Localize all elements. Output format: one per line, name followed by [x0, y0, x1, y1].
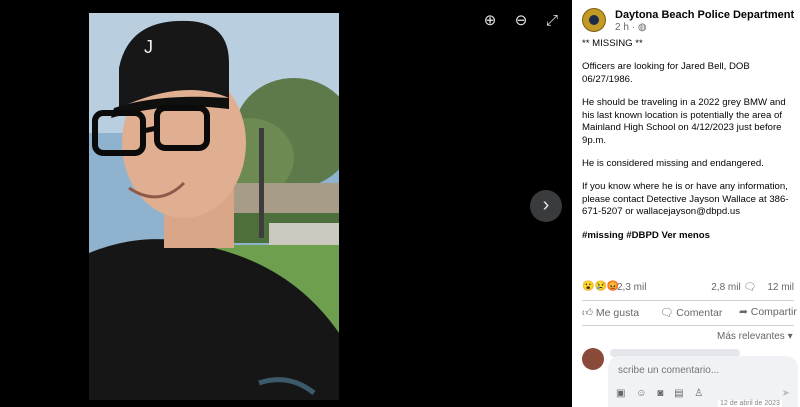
page-avatar[interactable] — [582, 8, 606, 32]
post-paragraph: He should be traveling in a 2022 grey BM… — [582, 96, 786, 146]
share-label: Compartir — [750, 306, 797, 318]
see-less-link[interactable]: Ver menos — [661, 230, 710, 241]
engagement-counts: 2,8 mil 🗨 12 mil — [711, 282, 794, 293]
photo-viewer: J ⊕ ⊖ ⤢ › — [0, 0, 572, 407]
post-paragraph: ** MISSING ** — [582, 38, 643, 49]
zoom-out-icon[interactable]: ⊖ — [510, 10, 532, 32]
post-paragraph: He is considered missing and endangered. — [582, 157, 764, 169]
composer-icons: ▣ ☺ ◙ ▤ ♙ — [616, 388, 711, 399]
post-time[interactable]: 2 h — [615, 22, 629, 33]
comment-sort-dropdown[interactable]: Más relevantes ▾ — [717, 331, 793, 342]
sort-label: Más relevantes — [717, 331, 785, 342]
reaction-icons[interactable]: 😮😢😡 — [582, 281, 619, 292]
next-photo-button[interactable]: › — [530, 190, 562, 222]
emoji-icon[interactable]: ☺ — [636, 388, 646, 399]
avatar-sticker-icon[interactable]: ♙ — [694, 388, 703, 399]
comment-input[interactable] — [616, 364, 790, 377]
globe-icon: ◍ — [637, 22, 647, 33]
commenter-avatar[interactable] — [582, 348, 604, 370]
send-icon[interactable]: ➤ — [782, 388, 790, 399]
date-tooltip: 12 de abril de 2023 — [718, 400, 782, 407]
comment-label: Comentar — [676, 307, 723, 319]
post-photo[interactable]: J — [89, 13, 339, 400]
zoom-in-icon[interactable]: ⊕ — [479, 10, 501, 32]
post-meta: 2 h · ◍ — [615, 22, 647, 33]
like-label: Me gusta — [595, 307, 640, 319]
expand-icon[interactable]: ⤢ — [541, 10, 563, 32]
reaction-bar: 😮😢😡 2,3 mil 2,8 mil 🗨 12 mil — [582, 281, 794, 295]
speech-bubble-icon: 🗨 — [660, 307, 674, 319]
post-text: ** MISSING ** Officers are looking for J… — [582, 38, 792, 242]
thumbs-up-icon: 👍︎ — [582, 307, 593, 319]
reaction-count[interactable]: 2,3 mil — [617, 282, 646, 293]
page-name[interactable]: Daytona Beach Police Department — [615, 9, 794, 21]
share-button[interactable]: ➦ Compartir — [739, 306, 797, 318]
post-paragraph: Officers are looking for Jared Bell, DOB… — [582, 61, 750, 85]
hashtag-line: #missing #DBPD Ver menos — [582, 230, 792, 243]
comment-icon: 🗨 — [743, 282, 757, 293]
divider — [582, 300, 794, 301]
comment-button[interactable]: 🗨 Comentar — [660, 306, 722, 319]
comment-count[interactable]: 2,8 mil — [711, 282, 740, 293]
sticker-icon[interactable]: ▣ — [616, 388, 625, 399]
post-panel: Daytona Beach Police Department 2 h · ◍ … — [572, 0, 800, 407]
divider — [582, 325, 794, 326]
camera-icon[interactable]: ◙ — [657, 388, 663, 399]
post-actions: 👍︎ Me gusta 🗨 Comentar ➦ Compartir — [582, 306, 800, 322]
dot-separator: · — [631, 22, 636, 33]
caret-down-icon: ▾ — [787, 331, 793, 342]
share-count[interactable]: 12 mil — [767, 282, 794, 293]
post-header: Daytona Beach Police Department 2 h · ◍ — [582, 8, 794, 36]
share-arrow-icon: ➦ — [739, 306, 748, 318]
hashtags[interactable]: #missing #DBPD — [582, 230, 659, 241]
svg-text:J: J — [144, 37, 153, 57]
chevron-right-icon: › — [542, 194, 550, 216]
post-paragraph: If you know where he is or have any info… — [582, 181, 789, 218]
comment-composer[interactable]: ▣ ☺ ◙ ▤ ♙ ➤ 12 de abril de 2023 — [608, 356, 798, 407]
photo-illustration: J — [89, 13, 339, 400]
gif-icon[interactable]: ▤ — [674, 388, 683, 399]
like-button[interactable]: 👍︎ Me gusta — [582, 306, 639, 319]
